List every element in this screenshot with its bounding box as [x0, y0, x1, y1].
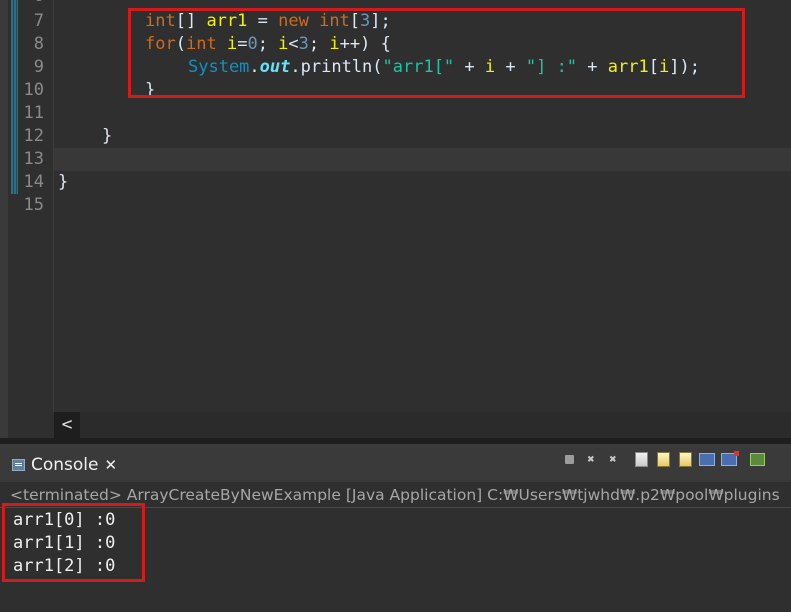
line-number: 15 [23, 195, 44, 215]
scroll-lock-icon[interactable] [654, 450, 672, 468]
document-icon [656, 451, 670, 467]
line-number: 9 [33, 57, 44, 77]
terminate-icon[interactable] [560, 450, 578, 468]
document-icon [634, 451, 648, 467]
close-icon[interactable]: ✕ [105, 456, 118, 474]
line-number: 12 [23, 126, 44, 146]
ruler-separator [53, 0, 54, 412]
monitor-icon [721, 450, 739, 466]
scroll-left-arrow-icon[interactable]: < [54, 412, 80, 438]
line-number: 13 [23, 149, 44, 169]
code-line-14[interactable]: } [58, 171, 68, 193]
clear-console-icon[interactable] [632, 450, 650, 468]
line-number: 6 [14, 0, 44, 7]
horizontal-scrollbar[interactable]: < [54, 412, 791, 438]
document-icon [678, 451, 692, 467]
remove-launch-icon[interactable]: ✖ [582, 450, 600, 468]
line-number: 10 [23, 80, 44, 100]
current-line-highlight [54, 148, 791, 171]
closing-brace: } [58, 172, 69, 192]
new-console-icon [749, 452, 765, 466]
code-editor[interactable]: 6 7 8 9 10 11 12 13 14 15 int[] arr1 = n… [0, 0, 791, 438]
open-console-icon[interactable] [748, 450, 766, 468]
editor-left-ruler [0, 0, 8, 438]
monitor-icon [699, 452, 715, 466]
tab-console-label: Console [31, 455, 99, 475]
output-highlight-box [2, 503, 145, 582]
line-number: 14 [23, 172, 44, 192]
code-highlight-box [128, 8, 745, 98]
console-output[interactable]: arr1[0] :0 arr1[1] :0 arr1[2] :0 [0, 503, 791, 612]
line-number: 8 [33, 34, 44, 54]
scrollbar-track[interactable] [80, 412, 791, 438]
display-selected-console-icon[interactable] [720, 450, 739, 468]
tab-console[interactable]: Console ✕ [6, 448, 123, 482]
closing-brace: } [102, 126, 113, 146]
word-wrap-icon[interactable] [676, 450, 694, 468]
line-number: 7 [33, 11, 44, 31]
console-icon [12, 459, 25, 471]
scroll-corner [8, 412, 54, 438]
stop-square-icon [564, 454, 574, 464]
pin-console-icon[interactable] [698, 450, 716, 468]
remove-all-icon[interactable]: ✖ [604, 450, 622, 468]
code-line-12[interactable]: } [102, 125, 112, 147]
line-number: 11 [23, 103, 44, 123]
console-toolbar: ✖ ✖ [560, 450, 766, 468]
